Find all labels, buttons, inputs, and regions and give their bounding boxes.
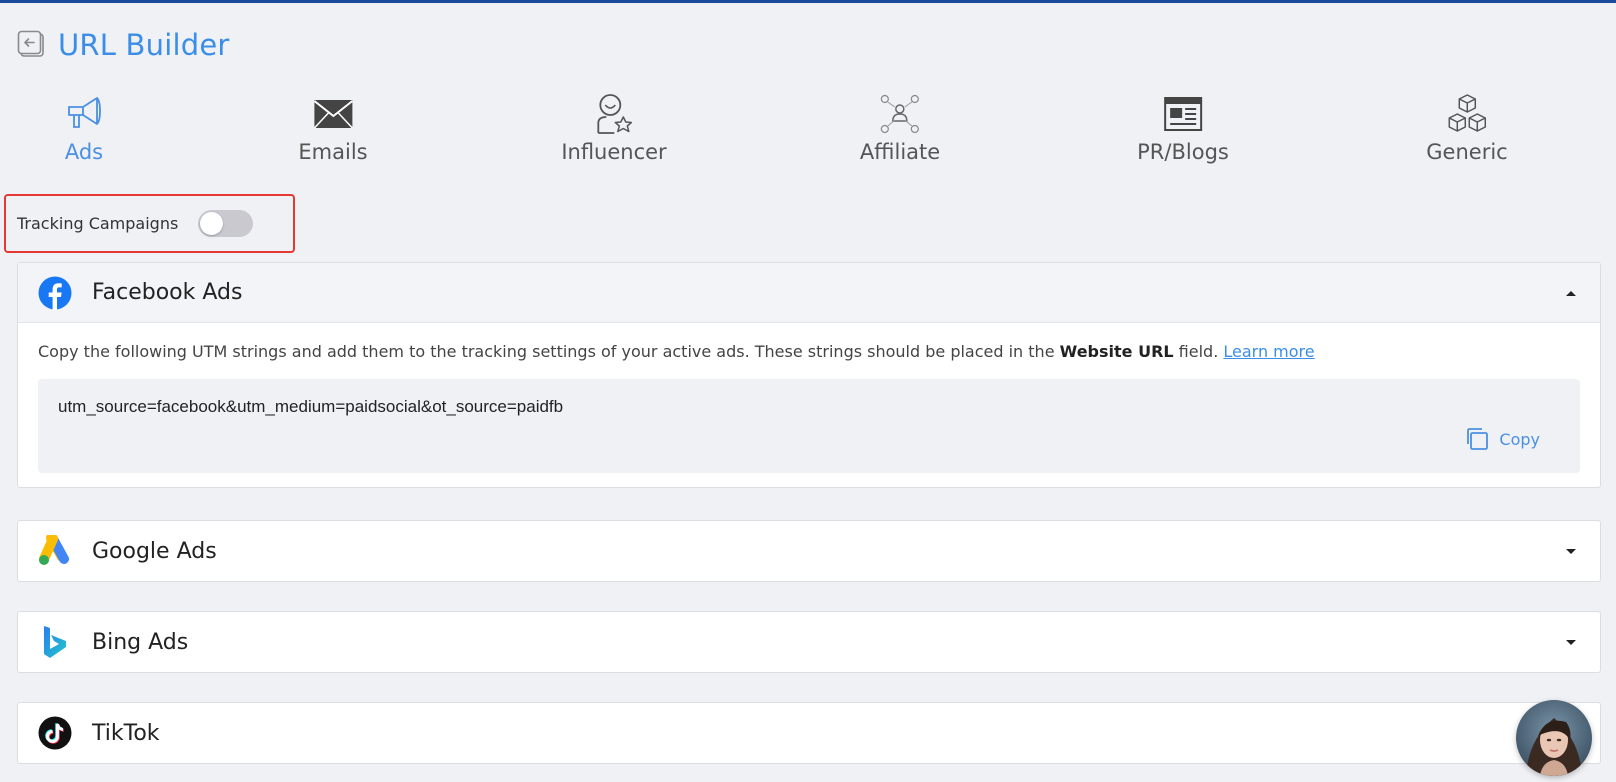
envelope-icon: [313, 100, 353, 129]
caret-up-icon: [1566, 290, 1576, 296]
tiktok-icon: [38, 716, 72, 750]
page-header: URL Builder: [16, 28, 230, 62]
tracking-campaigns-label: Tracking Campaigns: [17, 214, 179, 233]
tab-influencer[interactable]: Influencer: [561, 92, 667, 164]
utm-string[interactable]: utm_source=facebook&utm_medium=paidsocia…: [58, 397, 563, 417]
tab-label: PR/Blogs: [1137, 140, 1229, 164]
learn-more-link[interactable]: Learn more: [1223, 342, 1314, 361]
channel-tabs: Ads Emails Influencer Affiliate PR/Blogs…: [0, 92, 1616, 172]
panel-google-ads: Google Ads: [17, 520, 1601, 582]
panel-header-google-ads[interactable]: Google Ads: [18, 521, 1600, 581]
panel-header-facebook-ads[interactable]: Facebook Ads: [18, 263, 1600, 323]
bing-icon: [44, 626, 66, 658]
tab-label: Emails: [298, 140, 368, 164]
website-url-emphasis: Website URL: [1059, 342, 1174, 361]
back-button[interactable]: [16, 29, 48, 61]
toggle-knob: [200, 212, 224, 235]
copy-button[interactable]: Copy: [1465, 427, 1540, 451]
instructions-text: Copy the following UTM strings and add t…: [38, 342, 1060, 361]
caret-down-icon: [1566, 640, 1576, 645]
instructions-text-end: field.: [1173, 342, 1224, 361]
google-ads-icon: [39, 535, 69, 565]
panel-bing-ads: Bing Ads: [17, 611, 1601, 673]
caret-down-icon: [1566, 549, 1576, 554]
tab-generic[interactable]: Generic: [1426, 92, 1508, 164]
tab-label: Affiliate: [859, 140, 941, 164]
panel-title: TikTok: [92, 720, 160, 746]
panel-tiktok: TikTok: [17, 702, 1601, 764]
support-chat-avatar[interactable]: [1516, 700, 1592, 776]
tracking-campaigns-toggle[interactable]: [198, 210, 254, 237]
panel-body-facebook-ads: Copy the following UTM strings and add t…: [18, 323, 1600, 487]
copy-icon: [1467, 428, 1489, 450]
megaphone-icon: [68, 97, 101, 128]
influencer-icon: [597, 94, 632, 134]
tracking-campaigns-row: Tracking Campaigns: [17, 210, 254, 237]
panel-header-bing-ads[interactable]: Bing Ads: [18, 612, 1600, 672]
avatar-portrait-icon: [1516, 700, 1592, 776]
tab-label: Ads: [64, 140, 104, 164]
tab-label: Generic: [1426, 140, 1508, 164]
copy-label: Copy: [1499, 429, 1540, 449]
cubes-icon: [1448, 94, 1486, 132]
tab-affiliate[interactable]: Affiliate: [860, 92, 940, 164]
facebook-icon: [38, 276, 72, 310]
newspaper-icon: [1163, 97, 1202, 131]
tab-label: Influencer: [561, 140, 667, 164]
affiliate-network-icon: [880, 94, 920, 134]
tab-emails[interactable]: Emails: [298, 92, 368, 164]
utm-instructions: Copy the following UTM strings and add t…: [38, 341, 1580, 363]
panel-title: Bing Ads: [92, 629, 189, 655]
tab-pr-blogs[interactable]: PR/Blogs: [1137, 92, 1229, 164]
panel-title: Facebook Ads: [92, 280, 243, 305]
panel-facebook-ads: Facebook Ads Copy the following UTM stri…: [17, 262, 1601, 488]
back-arrow-icon: [17, 30, 44, 57]
tab-ads[interactable]: Ads: [62, 92, 106, 164]
page-title: URL Builder: [58, 28, 230, 62]
top-accent-bar: [0, 0, 1616, 3]
utm-string-box: utm_source=facebook&utm_medium=paidsocia…: [38, 379, 1580, 473]
panel-header-tiktok[interactable]: TikTok: [18, 703, 1600, 763]
panel-title: Google Ads: [92, 538, 217, 564]
